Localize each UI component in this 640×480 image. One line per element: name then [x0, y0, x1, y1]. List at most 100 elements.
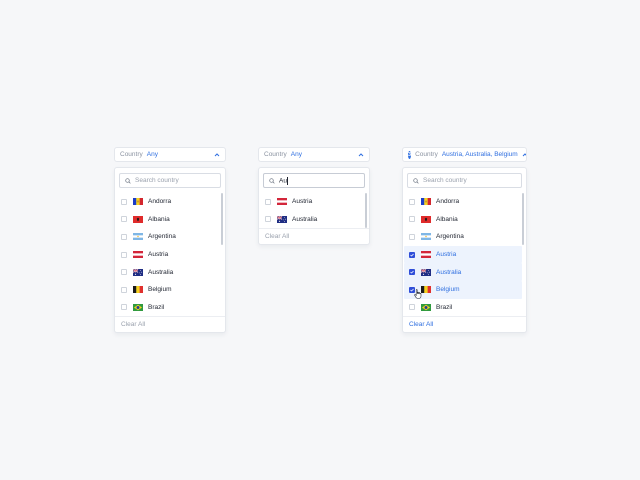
search-icon: [413, 177, 419, 184]
chevron-up-icon[interactable]: [357, 151, 364, 158]
trigger-label: Country: [264, 151, 287, 158]
australia-flag-icon: [277, 216, 287, 223]
search-icon: [125, 177, 131, 184]
trigger-value: Austria, Australia, Belgium: [441, 151, 518, 158]
dropdown-footer: Clear All: [403, 316, 526, 332]
andorra-flag-icon: [421, 198, 431, 205]
country-list: Austria Australia: [259, 193, 369, 228]
country-list: Andorra Albania Argentina Austria Austra: [115, 193, 225, 316]
country-name: Brazil: [148, 303, 165, 311]
checkbox[interactable]: [121, 198, 127, 205]
belgium-flag-icon: [421, 286, 431, 293]
dropdown-footer: Clear All: [115, 316, 225, 332]
albania-flag-icon: [421, 216, 431, 223]
country-dropdown-trigger[interactable]: Country Any: [114, 147, 226, 162]
checkbox[interactable]: [121, 269, 127, 276]
scrollbar[interactable]: [522, 193, 524, 245]
clear-all-button[interactable]: Clear All: [121, 321, 145, 328]
country-dropdown-trigger[interactable]: 3 Country Austria, Australia, Belgium: [402, 147, 527, 162]
dropdown-panel: Search country Andorra Albania Argentina: [114, 167, 226, 333]
list-item-albania[interactable]: Albania: [403, 211, 522, 229]
search-placeholder: Search country: [423, 177, 467, 184]
country-name: Albania: [148, 215, 170, 223]
list-item-argentina[interactable]: Argentina: [403, 228, 522, 246]
list-item-andorra[interactable]: Andorra: [403, 193, 522, 211]
search-value: Au: [279, 177, 287, 185]
argentina-flag-icon: [421, 233, 431, 240]
search-value-wrap: Au: [279, 176, 288, 185]
checkbox[interactable]: [121, 304, 127, 311]
list-item-australia[interactable]: Australia: [404, 263, 522, 281]
list-item-australia[interactable]: Australia: [115, 263, 221, 281]
country-name: Austria: [436, 251, 457, 259]
clear-all-button[interactable]: Clear All: [409, 321, 433, 328]
checkbox[interactable]: [409, 304, 415, 311]
checkbox[interactable]: [121, 286, 127, 293]
hand-cursor-icon: [414, 289, 422, 299]
country-name: Australia: [148, 268, 174, 276]
australia-flag-icon: [133, 269, 143, 276]
brazil-flag-icon: [133, 304, 143, 311]
country-name: Brazil: [436, 303, 453, 311]
country-list: Andorra Albania Argentina Austria Austra…: [403, 193, 526, 316]
austria-flag-icon: [277, 198, 287, 205]
trigger-label: Country: [415, 151, 438, 158]
country-name: Austria: [292, 198, 313, 206]
andorra-flag-icon: [133, 198, 143, 205]
search-placeholder: Search country: [135, 177, 179, 184]
list-item-argentina[interactable]: Argentina: [115, 228, 221, 246]
list-item-austria[interactable]: Austria: [404, 245, 522, 264]
argentina-flag-icon: [133, 233, 143, 240]
country-name: Andorra: [148, 198, 172, 206]
selected-count-badge: 3: [408, 150, 412, 159]
list-item-austria[interactable]: Austria: [259, 193, 365, 211]
search-input[interactable]: Search country: [407, 173, 522, 188]
albania-flag-icon: [133, 216, 143, 223]
country-name: Australia: [292, 215, 318, 223]
check-icon: [410, 253, 414, 257]
country-name: Argentina: [436, 233, 464, 241]
checkbox[interactable]: [265, 198, 271, 205]
scrollbar[interactable]: [221, 193, 223, 245]
trigger-value: Any: [290, 151, 302, 158]
chevron-up-icon[interactable]: [522, 151, 526, 158]
country-name: Albania: [436, 215, 458, 223]
country-filter-default: Country Any Search country Andorra Alban…: [114, 147, 226, 333]
list-item-albania[interactable]: Albania: [115, 211, 221, 229]
country-filter-selected: 3 Country Austria, Australia, Belgium Se…: [402, 147, 527, 333]
list-item-andorra[interactable]: Andorra: [115, 193, 221, 211]
trigger-label: Country: [120, 151, 143, 158]
list-item-brazil[interactable]: Brazil: [403, 299, 522, 317]
checkbox[interactable]: [409, 233, 415, 240]
country-filter-searching: Country Any Au Austria Australia Clear A…: [258, 147, 370, 245]
dropdown-panel: Au Austria Australia Clear All: [258, 167, 370, 245]
list-item-australia[interactable]: Australia: [259, 211, 365, 229]
country-dropdown-trigger[interactable]: Country Any: [258, 147, 370, 162]
search-input[interactable]: Au: [263, 173, 365, 188]
country-name: Argentina: [148, 233, 176, 241]
list-item-brazil[interactable]: Brazil: [115, 299, 221, 317]
country-name: Australia: [436, 268, 462, 276]
checkbox[interactable]: [409, 198, 415, 205]
search-input[interactable]: Search country: [119, 173, 221, 188]
australia-flag-icon: [421, 269, 431, 276]
list-item-belgium[interactable]: Belgium: [115, 281, 221, 299]
chevron-up-icon[interactable]: [213, 151, 220, 158]
country-name: Belgium: [436, 286, 460, 294]
check-icon: [410, 270, 414, 274]
checkbox[interactable]: [121, 233, 127, 240]
clear-all-button[interactable]: Clear All: [265, 233, 289, 240]
country-name: Austria: [148, 251, 169, 259]
list-item-austria[interactable]: Austria: [115, 246, 221, 264]
checkbox[interactable]: [121, 251, 127, 258]
dropdown-footer: Clear All: [259, 228, 369, 244]
checkbox[interactable]: [409, 216, 415, 223]
checkbox-checked[interactable]: [409, 269, 415, 276]
text-caret: [287, 176, 288, 185]
austria-flag-icon: [421, 251, 431, 258]
checkbox[interactable]: [265, 216, 271, 223]
checkbox-checked[interactable]: [409, 251, 415, 258]
checkbox[interactable]: [121, 216, 127, 223]
scrollbar[interactable]: [365, 193, 367, 228]
country-name: Andorra: [436, 198, 460, 206]
